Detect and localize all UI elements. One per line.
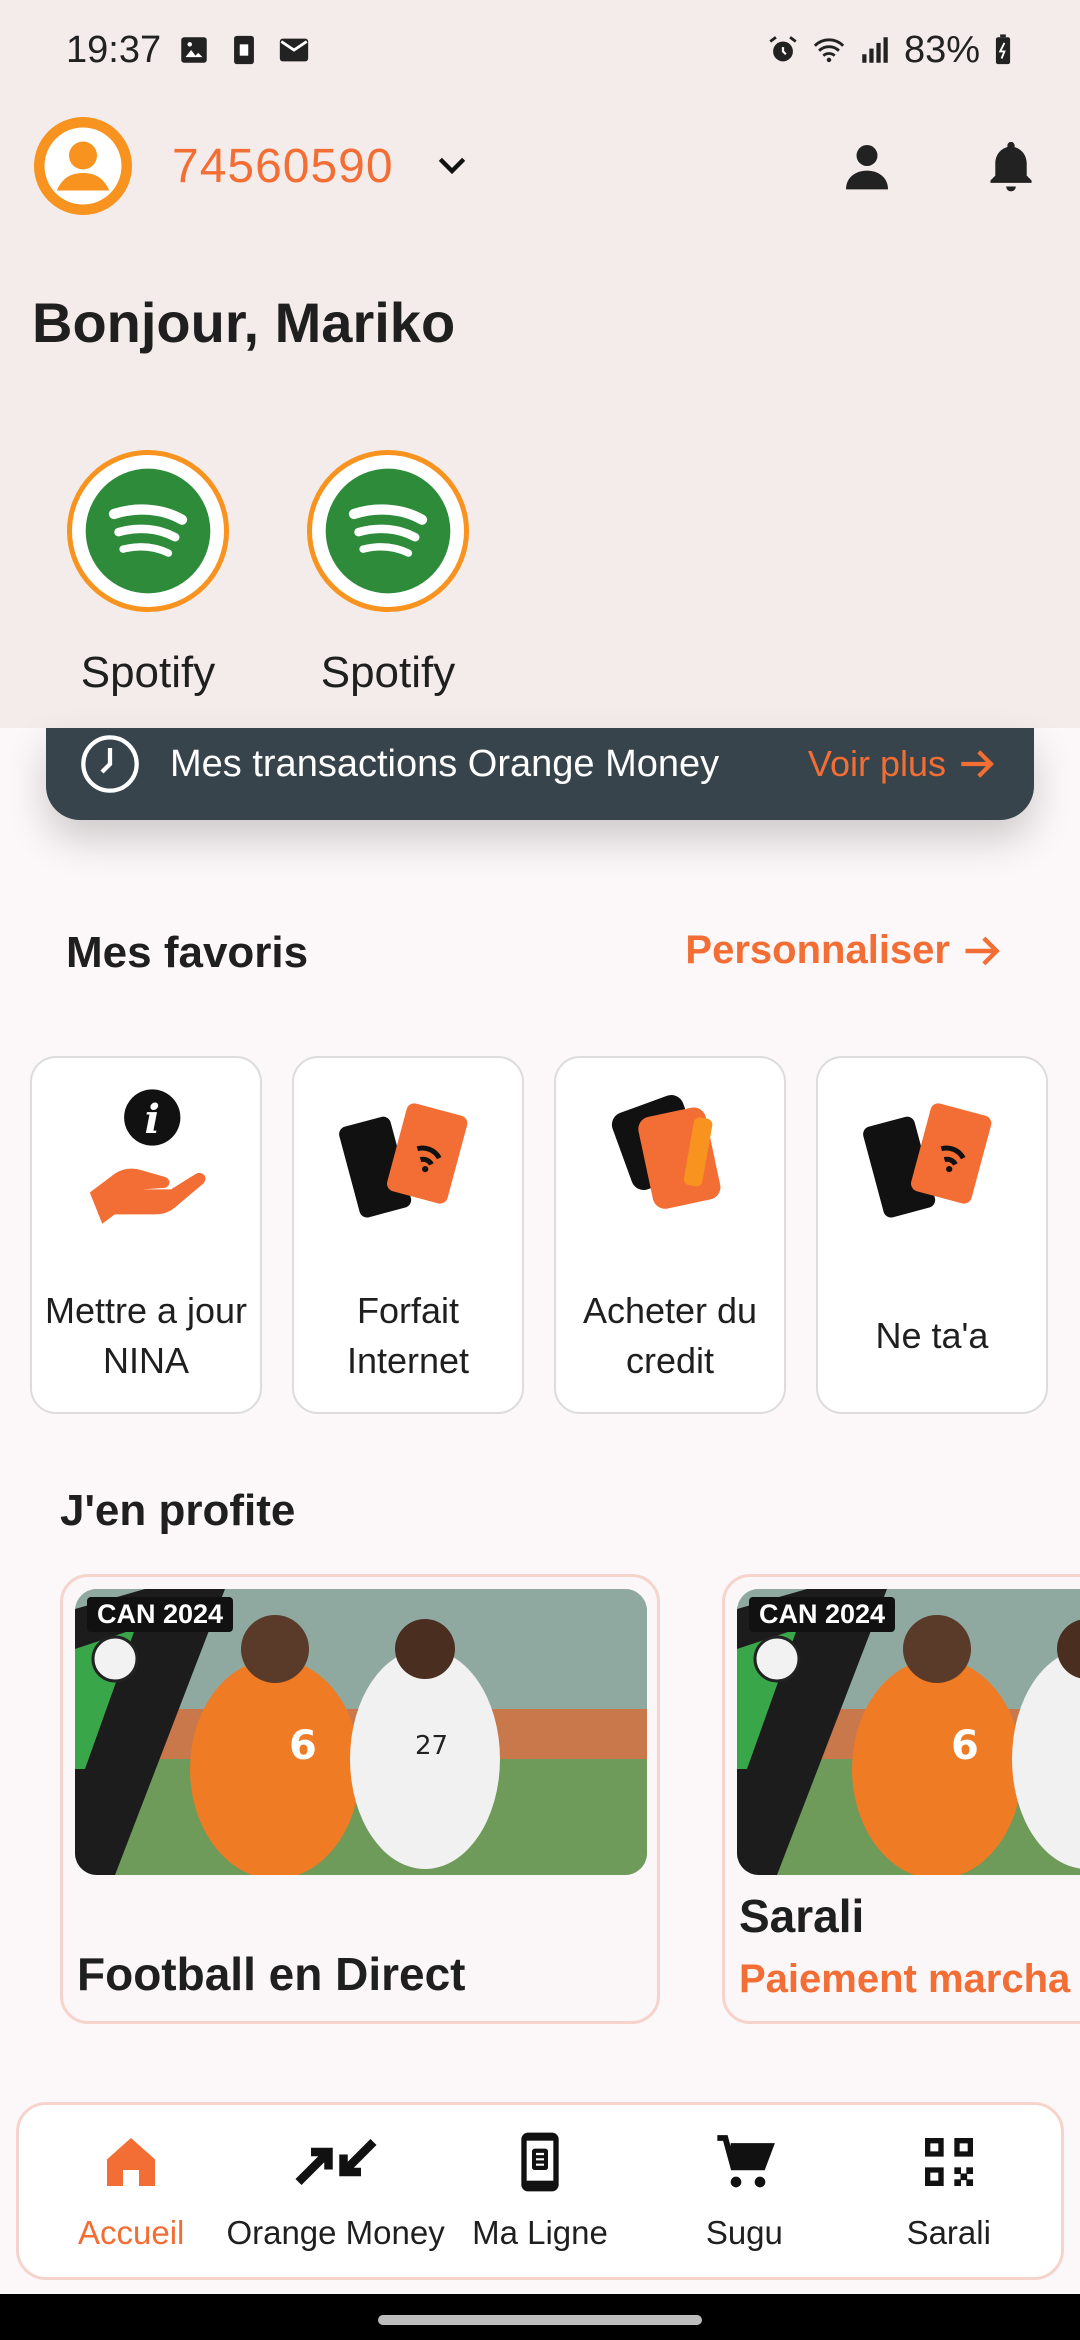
info-hand-icon: i	[89, 1089, 206, 1224]
person-icon	[846, 145, 888, 190]
transactions-label: Mes transactions Orange Money	[170, 742, 720, 785]
phone-number[interactable]: 74560590	[172, 139, 394, 194]
favorite-label: Forfait Internet	[346, 1290, 470, 1381]
favorites-title: Mes favoris	[66, 928, 309, 977]
shortcut-label: Spotify	[320, 648, 456, 697]
sarali-photo: 6 CAN 2024	[737, 1589, 1080, 1875]
avatar[interactable]	[34, 117, 132, 215]
chevron-down-icon[interactable]	[432, 146, 472, 186]
transfer-arrows-icon	[295, 2138, 377, 2186]
arrow-right-icon	[961, 750, 994, 778]
shortcut-spotify[interactable]: Spotify	[67, 450, 229, 698]
nav-ma-ligne[interactable]: Ma Ligne	[440, 2130, 640, 2252]
football-photo: 6 27 CAN 2024	[75, 1589, 647, 1875]
promo-tag: CAN 2024	[87, 1597, 234, 1632]
offers-carousel[interactable]: 6 27 CAN 2024 Football en Direct 6 CAN 2…	[60, 1574, 1080, 2024]
account-header: 74560590	[34, 114, 1046, 218]
svg-text:6: 6	[289, 1723, 317, 1769]
personalize-link[interactable]: Personnaliser	[685, 928, 1004, 973]
bottom-navigation: Accueil Orange Money Ma Ligne Sugu Saral…	[16, 2102, 1064, 2280]
qr-code-icon	[924, 2138, 973, 2186]
offer-card-football[interactable]: 6 27 CAN 2024 Football en Direct	[60, 1574, 660, 2024]
favorite-buy-credit[interactable]: Acheter du credit	[554, 1056, 786, 1414]
favorite-label: Mettre a jour NINA	[44, 1290, 248, 1381]
favorite-forfait-internet[interactable]: Forfait Internet	[292, 1056, 524, 1414]
arrow-right-icon	[965, 936, 1000, 965]
signal-icon	[862, 37, 888, 63]
personalize-label: Personnaliser	[685, 928, 950, 972]
shortcuts-row: Spotify Spotify	[67, 450, 469, 698]
profile-button[interactable]	[832, 131, 902, 201]
offers-title: J'en profite	[60, 1486, 296, 1535]
cart-icon	[717, 2135, 776, 2188]
offer-subtitle: Paiement marcha	[739, 1957, 1071, 2001]
transactions-banner[interactable]: Mes transactions Orange Money Voir plus	[46, 728, 1034, 820]
see-more-link[interactable]: Voir plus	[808, 743, 998, 785]
favorite-label: Ne ta'a	[875, 1315, 989, 1356]
gallery-icon	[181, 37, 207, 63]
nav-accueil[interactable]: Accueil	[31, 2130, 231, 2252]
gesture-handle[interactable]	[378, 2315, 702, 2325]
battery-percent: 83%	[903, 28, 980, 71]
user-avatar-icon	[44, 127, 122, 205]
status-bar: 19:37 83%	[0, 0, 1080, 100]
nav-orange-money[interactable]: Orange Money	[226, 2130, 445, 2252]
favorite-update-nina[interactable]: i Mettre a jour NINA	[30, 1056, 262, 1414]
promo-tag: CAN 2024	[749, 1597, 896, 1632]
see-more-label: Voir plus	[807, 743, 946, 784]
shortcut-spotify[interactable]: Spotify	[307, 450, 469, 698]
svg-text:i: i	[145, 1095, 160, 1143]
bell-icon	[990, 141, 1032, 192]
phone-wifi-icon	[339, 1103, 468, 1218]
sim-phone-icon	[521, 2132, 559, 2192]
clock-icon	[81, 735, 139, 793]
sim-icon	[234, 35, 255, 65]
nav-label: Sarali	[906, 2214, 991, 2251]
alarm-icon	[769, 36, 797, 62]
spotify-icon	[325, 468, 451, 594]
nav-label: Accueil	[77, 2214, 185, 2251]
favorites-row: i Mettre a jour NINA Forfait Internet Ac…	[30, 1056, 1048, 1414]
greeting: Bonjour, Mariko	[32, 291, 456, 354]
spotify-icon	[85, 468, 211, 594]
mail-icon	[279, 38, 309, 62]
nav-label: Sugu	[705, 2214, 783, 2251]
home-icon	[107, 2138, 156, 2186]
phone-wifi-icon	[863, 1103, 992, 1218]
favorite-label: Acheter du credit	[582, 1290, 758, 1381]
nav-label: Orange Money	[226, 2214, 445, 2251]
credit-cards-icon	[611, 1095, 721, 1209]
nav-label: Ma Ligne	[472, 2214, 608, 2251]
nav-sugu[interactable]: Sugu	[644, 2130, 844, 2252]
shortcut-label: Spotify	[80, 648, 216, 697]
status-time: 19:37	[66, 28, 162, 71]
offer-title: Sarali	[739, 1890, 865, 1942]
svg-text:27: 27	[415, 1731, 448, 1761]
offer-title: Football en Direct	[77, 1948, 466, 2000]
svg-text:6: 6	[951, 1723, 979, 1769]
notifications-button[interactable]	[976, 131, 1046, 201]
favorite-ne-taa[interactable]: Ne ta'a	[816, 1056, 1048, 1414]
wifi-icon	[813, 38, 845, 63]
battery-icon	[995, 34, 1011, 65]
nav-sarali[interactable]: Sarali	[849, 2130, 1049, 2252]
offer-card-sarali[interactable]: 6 CAN 2024 Sarali Paiement marcha	[722, 1574, 1080, 2024]
